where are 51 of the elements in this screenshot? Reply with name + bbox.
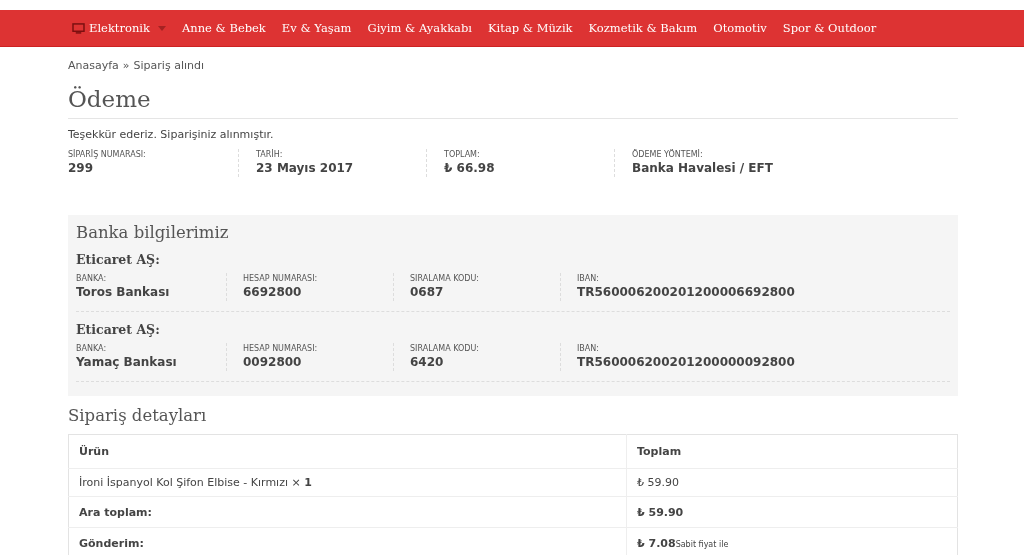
table-cell: Ara toplam:	[68, 496, 627, 528]
caret-icon	[157, 25, 166, 31]
breadcrumb-current: Sipariş alındı	[133, 59, 204, 72]
field-value: TR560006200201200000092800	[577, 354, 795, 371]
company-name: Eticaret AŞ:	[76, 322, 161, 337]
overview-label: ÖDEME YÖNTEMİ:	[632, 149, 704, 160]
table-cell: ₺ 7.08Sabit fiyat ile	[626, 527, 958, 555]
field-value: 0687	[410, 284, 445, 301]
field-label: BANKA:	[76, 273, 108, 284]
field-value: Yamaç Bankası	[76, 354, 178, 371]
nav-link[interactable]: Kozmetik & Bakım	[580, 21, 706, 35]
field-label: HESAP NUMARASI:	[243, 343, 319, 354]
section-title: Sipariş detayları	[68, 406, 208, 425]
overview-value: Banka Havalesi / EFT	[632, 160, 774, 177]
field-value: 0092800	[243, 354, 303, 371]
breadcrumb-link[interactable]: Anasayfa	[68, 59, 119, 72]
field-label: BANKA:	[76, 343, 108, 354]
overview-value: ₺ 66.98	[444, 160, 496, 177]
nav-link[interactable]: Otomotiv	[705, 21, 775, 35]
thank-you-message: Teşekkür ederiz. Siparişiniz alınmıştır.	[68, 128, 275, 141]
nav-link[interactable]: Elektronik	[72, 21, 174, 35]
field-label: HESAP NUMARASI:	[243, 273, 319, 284]
section-title: Banka bilgilerimiz	[76, 223, 230, 242]
overview-label: TARİH:	[256, 149, 284, 160]
page-title: Ödeme	[68, 86, 958, 119]
field-value: 6692800	[243, 284, 303, 301]
column-header: Ürün	[68, 434, 627, 469]
field-label: IBAN:	[577, 343, 600, 354]
overview-label: TOPLAM:	[444, 149, 481, 160]
column-header: Toplam	[626, 434, 958, 469]
company-name: Eticaret AŞ:	[76, 252, 161, 267]
field-label: IBAN:	[577, 273, 600, 284]
field-value: 6420	[410, 354, 445, 371]
nav-link[interactable]: Spor & Outdoor	[774, 21, 885, 35]
table-cell: ₺ 59.90	[626, 468, 958, 497]
table-cell: Gönderim:	[68, 527, 627, 555]
table-cell: İroni İspanyol Kol Şifon Elbise - Kırmızı × 1	[68, 468, 627, 497]
monitor-icon	[72, 22, 85, 34]
field-label: SIRALAMA KODU:	[410, 343, 480, 354]
breadcrumb-separator: »	[122, 59, 130, 72]
field-value: TR560006200201200006692800	[577, 284, 795, 301]
nav-link[interactable]: Ev & Yaşam	[273, 21, 360, 35]
table-cell: ₺ 59.90	[626, 496, 958, 528]
nav-link[interactable]: Kitap & Müzik	[480, 21, 581, 35]
overview-label: SİPARİŞ NUMARASI:	[68, 149, 147, 160]
overview-value: 299	[68, 160, 95, 177]
overview-value: 23 Mayıs 2017	[256, 160, 355, 177]
field-value: Toros Bankası	[76, 284, 171, 301]
nav-link[interactable]: Anne & Bebek	[173, 21, 274, 35]
field-label: SIRALAMA KODU:	[410, 273, 480, 284]
nav-link[interactable]: Giyim & Ayakkabı	[359, 21, 481, 35]
